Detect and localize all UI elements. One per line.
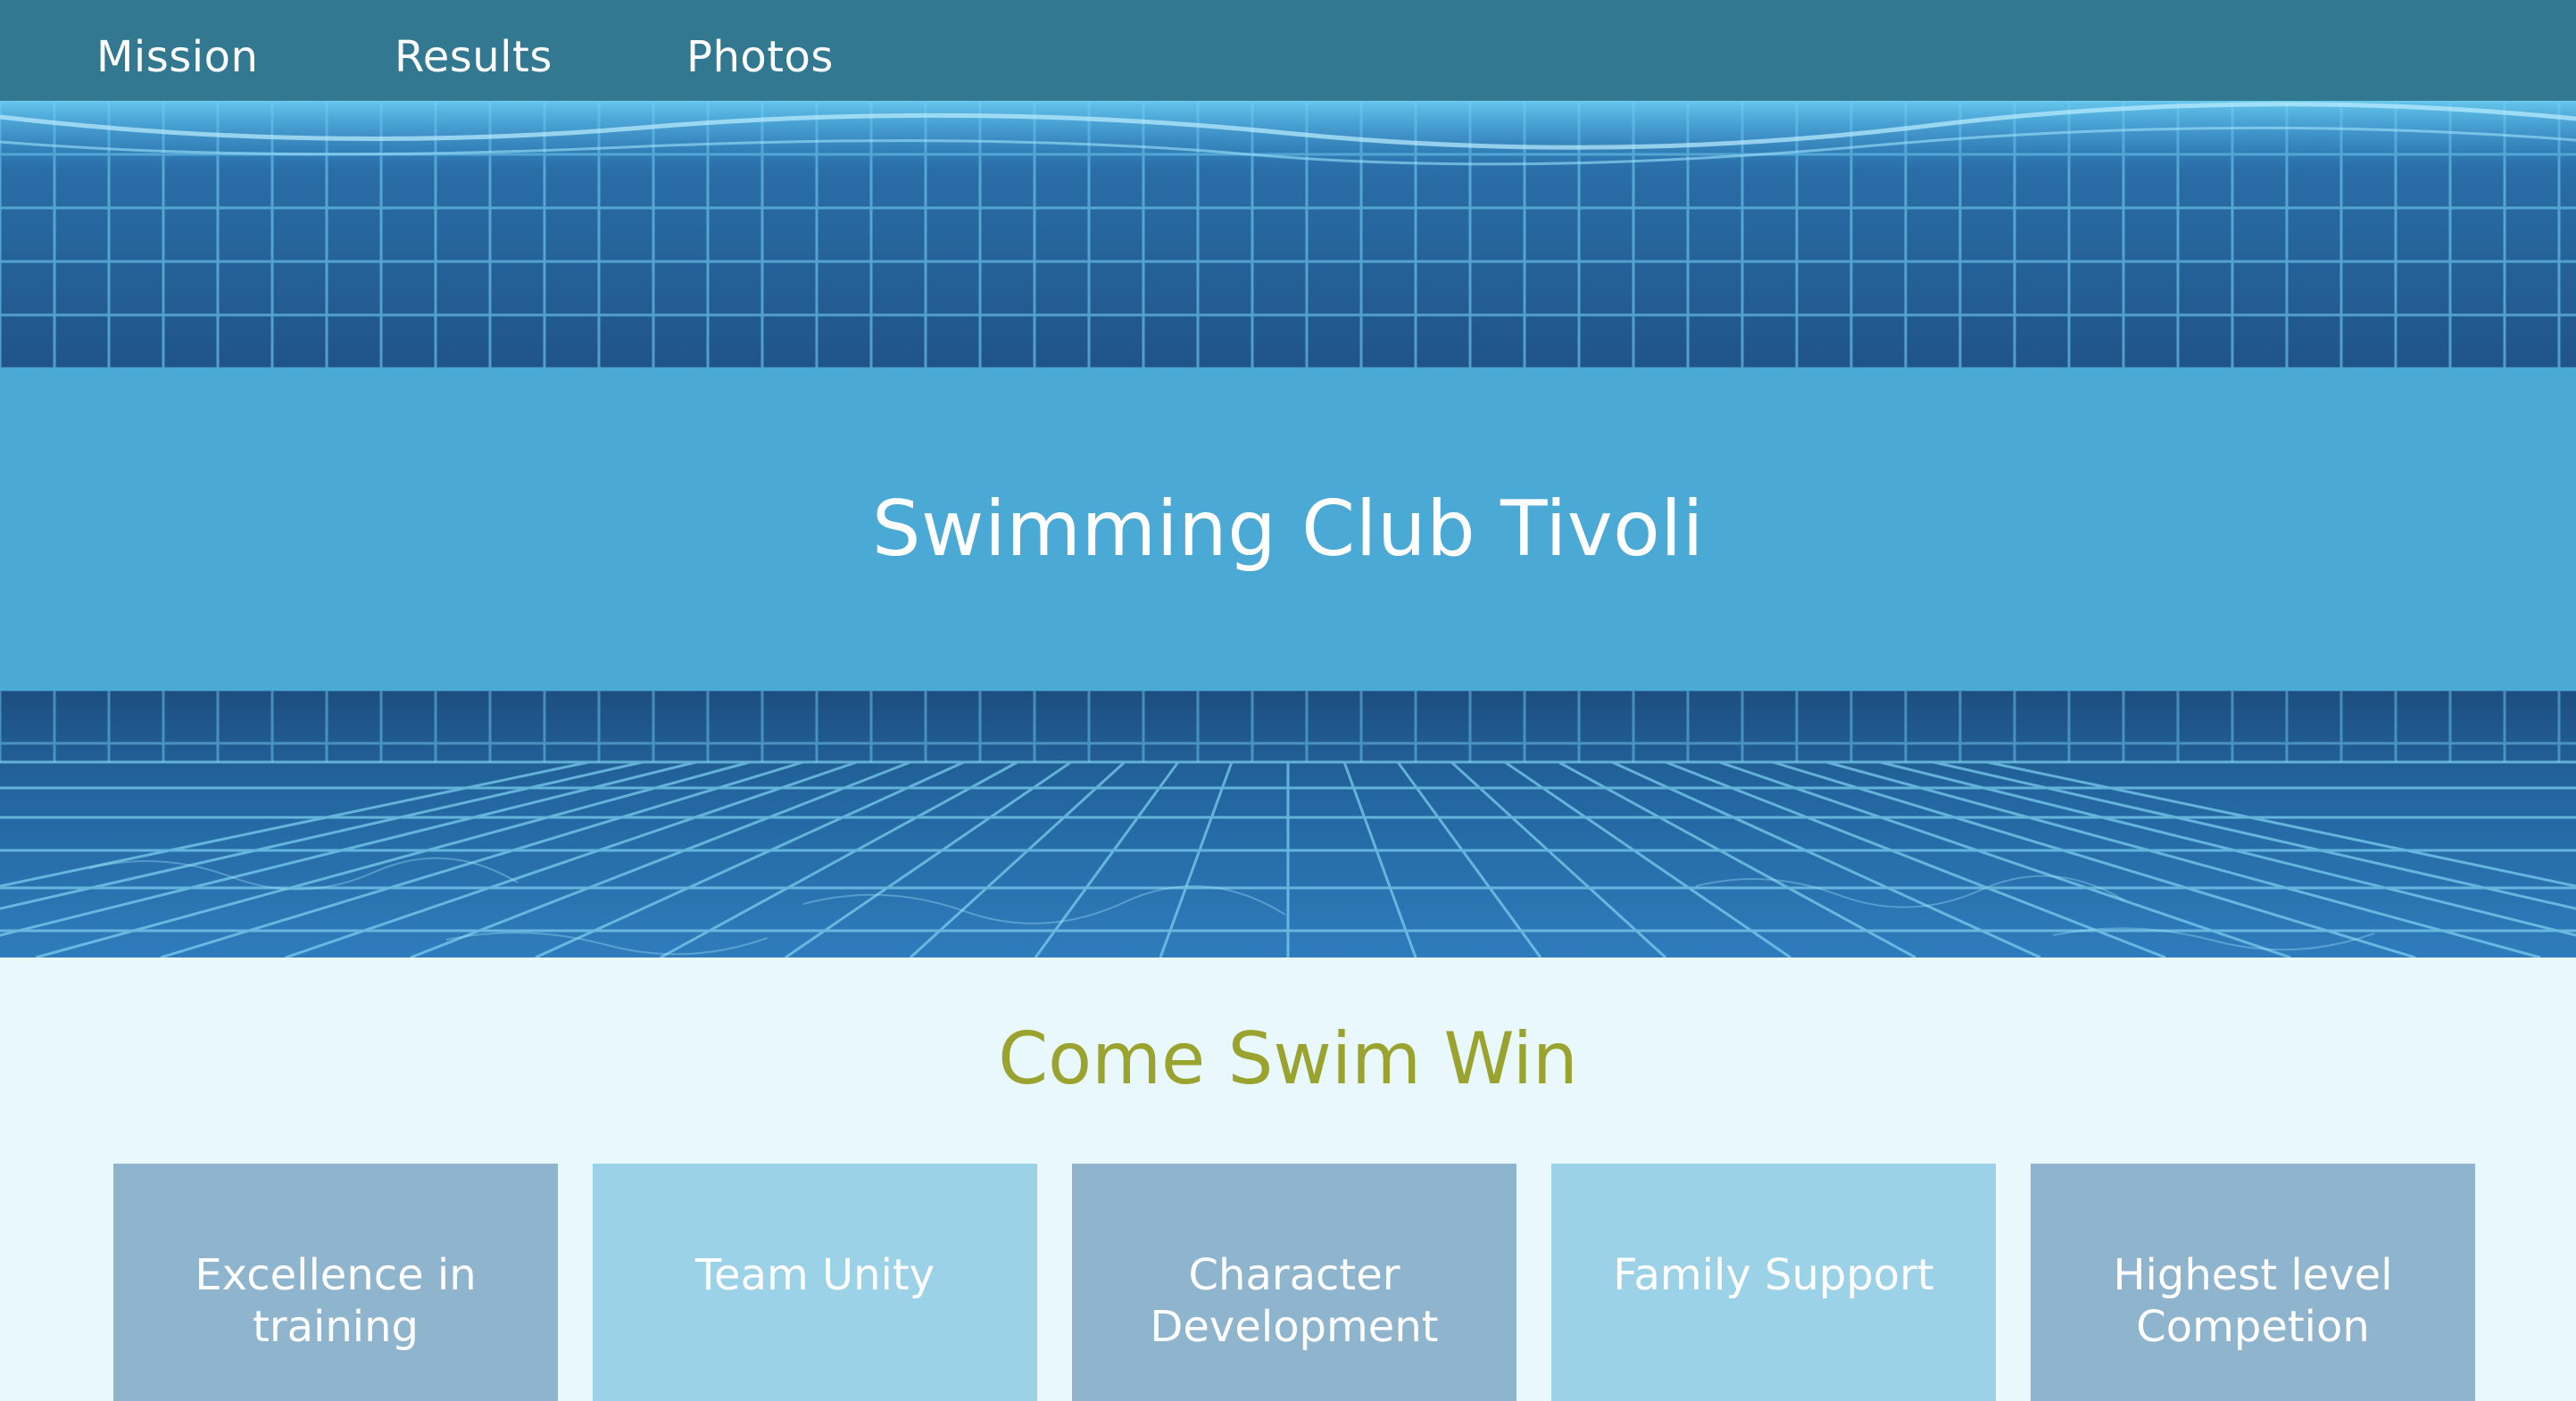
feature-card-label: Character Development — [1150, 1250, 1439, 1352]
nav-link-photos[interactable]: Photos — [686, 32, 834, 82]
feature-card-label: Excellence in training — [195, 1250, 477, 1352]
top-navigation: Mission Results Photos — [0, 0, 2576, 101]
feature-card-label: Family Support — [1613, 1250, 1934, 1300]
nav-link-results[interactable]: Results — [395, 32, 553, 82]
nav-link-mission[interactable]: Mission — [96, 32, 258, 82]
feature-card-competition[interactable]: Highest level Competion — [2031, 1164, 2475, 1401]
feature-card-team-unity[interactable]: Team Unity — [593, 1164, 1037, 1401]
feature-card-character[interactable]: Character Development — [1072, 1164, 1517, 1401]
feature-card-family-support[interactable]: Family Support — [1551, 1164, 1996, 1401]
feature-cards: Excellence in training Team Unity Charac… — [0, 1164, 2576, 1401]
hero-banner: Swimming Club Tivoli — [0, 368, 2576, 691]
feature-card-label: Team Unity — [694, 1250, 935, 1300]
tagline-heading: Come Swim Win — [998, 1017, 1578, 1100]
feature-card-excellence[interactable]: Excellence in training — [113, 1164, 558, 1401]
feature-card-label: Highest level Competion — [2113, 1250, 2393, 1352]
site-title: Swimming Club Tivoli — [871, 485, 1705, 574]
